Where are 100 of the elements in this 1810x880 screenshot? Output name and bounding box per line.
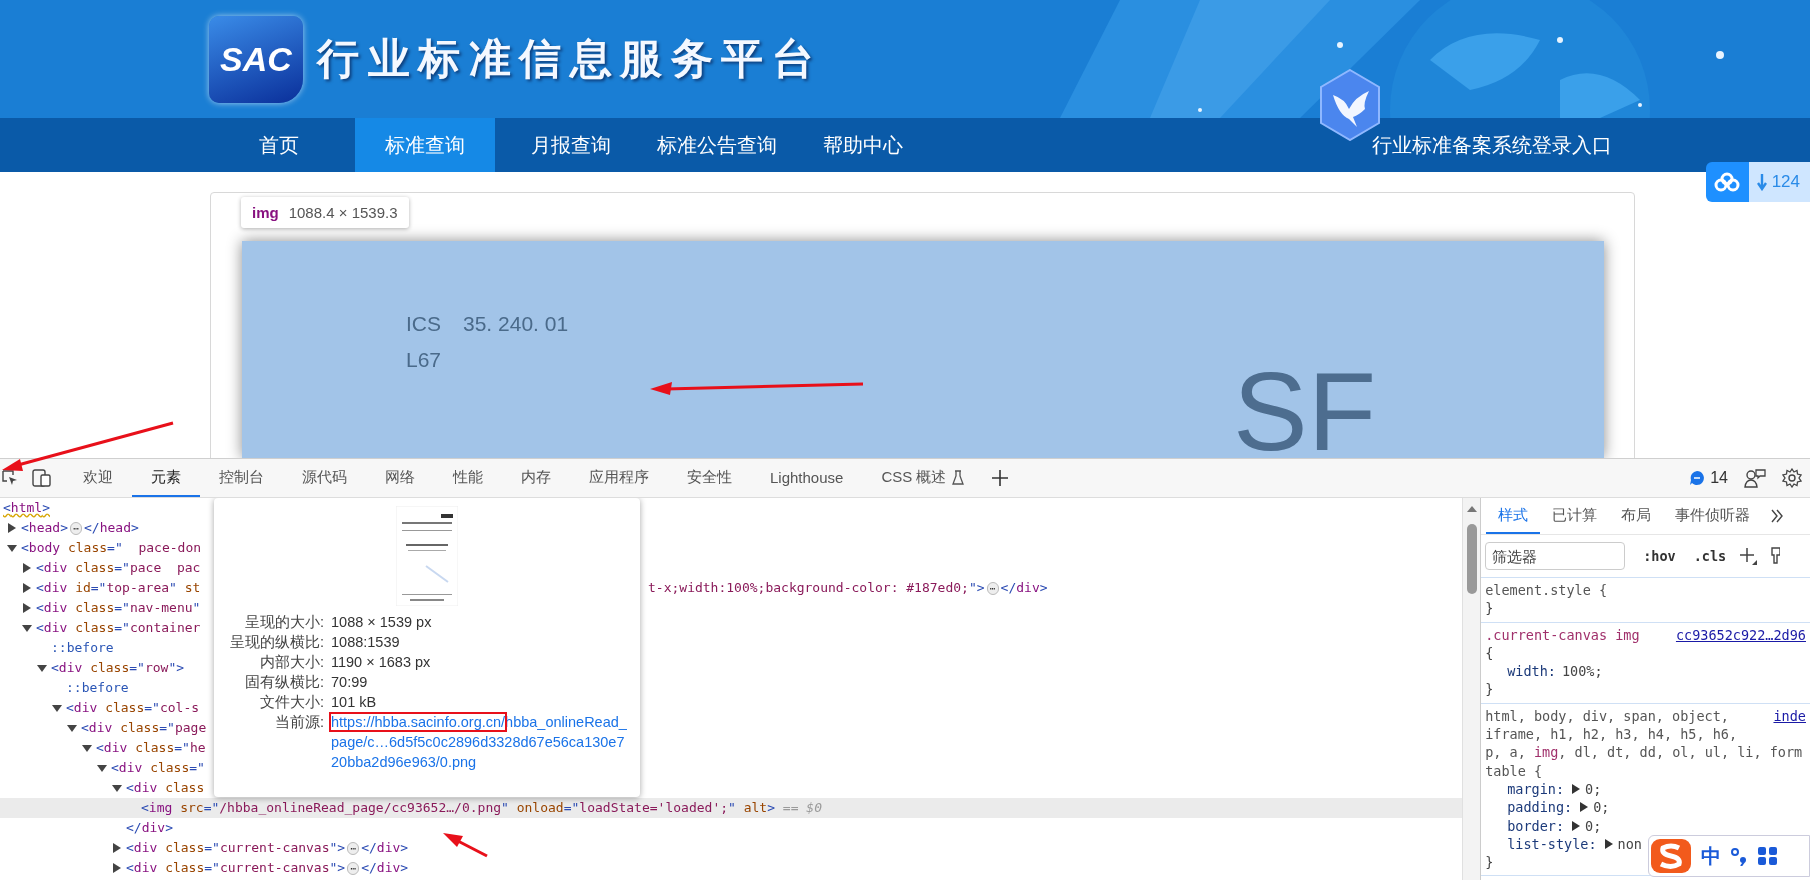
caret-down-icon[interactable] <box>112 783 122 793</box>
devtools-tab[interactable]: CSS 概述 <box>862 459 984 497</box>
device-icon[interactable] <box>32 469 52 487</box>
css-brace: } <box>1485 599 1494 618</box>
caret-right-icon[interactable] <box>22 583 32 593</box>
caret-right-icon[interactable] <box>1604 839 1613 849</box>
caret-right-icon[interactable] <box>112 863 122 873</box>
dom-tree-row[interactable]: <div class="current-canvas"> ⋯ </div> <box>0 838 409 858</box>
caret-down-icon[interactable] <box>67 723 77 733</box>
css-source-link[interactable]: inde <box>1773 706 1806 726</box>
dom-tree-row[interactable]: <div class="current-canvas"> ⋯ </div> <box>0 858 409 878</box>
dom-node-code: <div class="page <box>81 719 207 737</box>
dom-tree-row[interactable]: <div class <box>0 778 205 798</box>
info-value: 1088:1539 <box>331 633 401 652</box>
caret-down-icon[interactable] <box>52 703 62 713</box>
caret-right-icon[interactable] <box>22 603 32 613</box>
ellipsis-button[interactable]: ⋯ <box>69 521 82 535</box>
toggle-button[interactable]: :hov <box>1643 548 1676 564</box>
dom-tree-row[interactable]: <div class="nav-menu" <box>0 598 201 618</box>
dom-node-code: ::before <box>51 639 114 657</box>
css-property: padding: <box>1507 798 1573 817</box>
devtools-tab[interactable]: 源代码 <box>283 459 366 497</box>
devtools-tab[interactable]: 欢迎 <box>64 459 132 497</box>
nav-item[interactable]: 标准查询 <box>355 118 495 172</box>
dom-node-code: <div class="row"> <box>51 659 185 677</box>
ellipsis-button[interactable]: ⋯ <box>347 861 360 875</box>
chat-icon <box>1689 470 1706 486</box>
site-title: 行业标准信息服务平台 <box>317 34 822 84</box>
nav-item[interactable]: 月报查询 <box>501 118 641 172</box>
caret-down-icon[interactable] <box>22 623 32 633</box>
dom-tree-row[interactable]: ::before <box>0 638 114 658</box>
toggle-button[interactable]: .cls <box>1693 548 1727 564</box>
input-mode-button[interactable]: 中 <box>1701 842 1721 870</box>
dom-node-code: <head> <box>21 519 68 537</box>
css-source-link[interactable]: cc93652c922…2d96 <box>1675 625 1806 644</box>
nav-item[interactable]: 帮助中心 <box>793 118 933 172</box>
add-tab-icon[interactable] <box>991 469 1010 487</box>
caret-down-icon[interactable] <box>97 763 107 773</box>
punctuation-icon[interactable] <box>1729 846 1749 866</box>
nav-item[interactable]: 首页 <box>209 118 349 172</box>
styles-tab[interactable]: 事件侦听器 <box>1663 498 1763 534</box>
info-value: 101 kB <box>331 693 378 712</box>
css-value: non <box>1617 834 1642 854</box>
caret-right-icon[interactable] <box>112 843 122 853</box>
dom-tree-row[interactable]: </div> <box>0 818 173 838</box>
dom-tree-row[interactable]: <div class="container <box>0 618 201 638</box>
dom-node-code: <div class="current-canvas"> <box>126 839 346 857</box>
dom-node-code: <div class=" <box>111 759 205 777</box>
css-selector: iframe, h1, h2, h3, h4, h5, h6, <box>1485 725 1738 744</box>
styles-tab[interactable]: 布局 <box>1609 498 1664 534</box>
ellipsis-button[interactable]: ⋯ <box>347 841 360 855</box>
grid-icon[interactable] <box>1757 846 1779 866</box>
devtools-tab[interactable]: 应用程序 <box>570 459 668 497</box>
cloud-button[interactable] <box>1705 162 1749 202</box>
dom-tree-row[interactable]: <div class="row"> <box>0 658 185 678</box>
devtools-tab[interactable]: 元素 <box>132 459 200 497</box>
dom-node-code: </head> <box>84 519 139 537</box>
dom-tree-row[interactable]: <head> ⋯ </head> <box>0 518 139 538</box>
caret-right-icon[interactable] <box>1580 802 1589 813</box>
caret-down-icon[interactable] <box>37 663 47 673</box>
issues-button[interactable]: 14 <box>1689 469 1728 487</box>
dom-tree-row[interactable]: <body class=" pace-don <box>0 538 202 558</box>
nav-item[interactable]: 标准公告查询 <box>647 118 787 172</box>
caret-right-icon[interactable] <box>1572 784 1581 795</box>
devtools-tab[interactable]: 网络 <box>366 459 434 497</box>
new-rule-icon[interactable] <box>1738 546 1759 566</box>
dom-tree-row[interactable]: ::before <box>0 678 129 698</box>
more-tabs-icon[interactable] <box>1770 509 1785 523</box>
ellipsis-button[interactable]: ⋯ <box>986 581 999 595</box>
devtools-tab[interactable]: 控制台 <box>200 459 283 497</box>
filter-field[interactable]: 筛选器 <box>1485 542 1626 570</box>
styles-tab[interactable]: 已计算 <box>1540 498 1610 534</box>
dom-tree-row[interactable]: <div class="col-s <box>0 698 200 718</box>
css-brace: } <box>1485 680 1494 699</box>
dom-tree-row[interactable]: <div class="he <box>0 738 206 758</box>
dom-tree-row[interactable]: <div class="page <box>0 718 207 738</box>
info-label: 当前源: <box>273 713 324 732</box>
devtools-tab[interactable]: 性能 <box>434 459 502 497</box>
caret-down-icon[interactable] <box>82 743 92 753</box>
styles-tab[interactable]: 样式 <box>1486 498 1541 534</box>
devtools-tab[interactable]: Lighthouse <box>751 459 863 497</box>
inspect-icon[interactable] <box>2 470 18 486</box>
devtools-tab[interactable]: 内存 <box>502 459 570 497</box>
caret-right-icon[interactable] <box>1572 820 1581 831</box>
brush-icon[interactable] <box>1770 546 1781 566</box>
devtools-tab[interactable]: 安全性 <box>668 459 751 497</box>
dom-tree-row[interactable]: <div class="pace pac <box>0 558 201 578</box>
caret-down-icon[interactable] <box>7 543 17 553</box>
css-selector: .current-canvas img <box>1485 625 1640 644</box>
feedback-icon[interactable] <box>1744 468 1766 488</box>
scrollbar[interactable] <box>1462 498 1481 880</box>
login-link[interactable]: 行业标准备案系统登录入口 <box>1372 131 1612 159</box>
settings-icon[interactable] <box>1782 468 1802 488</box>
css-property: margin: <box>1507 779 1565 799</box>
info-label: 内部大小: <box>258 653 324 672</box>
dom-node-code: <div class="he <box>96 739 206 757</box>
caret-right-icon[interactable] <box>22 563 32 573</box>
dom-tree-row[interactable]: <div class=" <box>0 758 205 778</box>
dom-tree-row[interactable]: <img src="/hbba_onlineRead_page/cc93652…/0.png" onload="loadState='loaded';" alt> == $0 <box>0 798 1463 818</box>
caret-right-icon[interactable] <box>7 523 17 533</box>
